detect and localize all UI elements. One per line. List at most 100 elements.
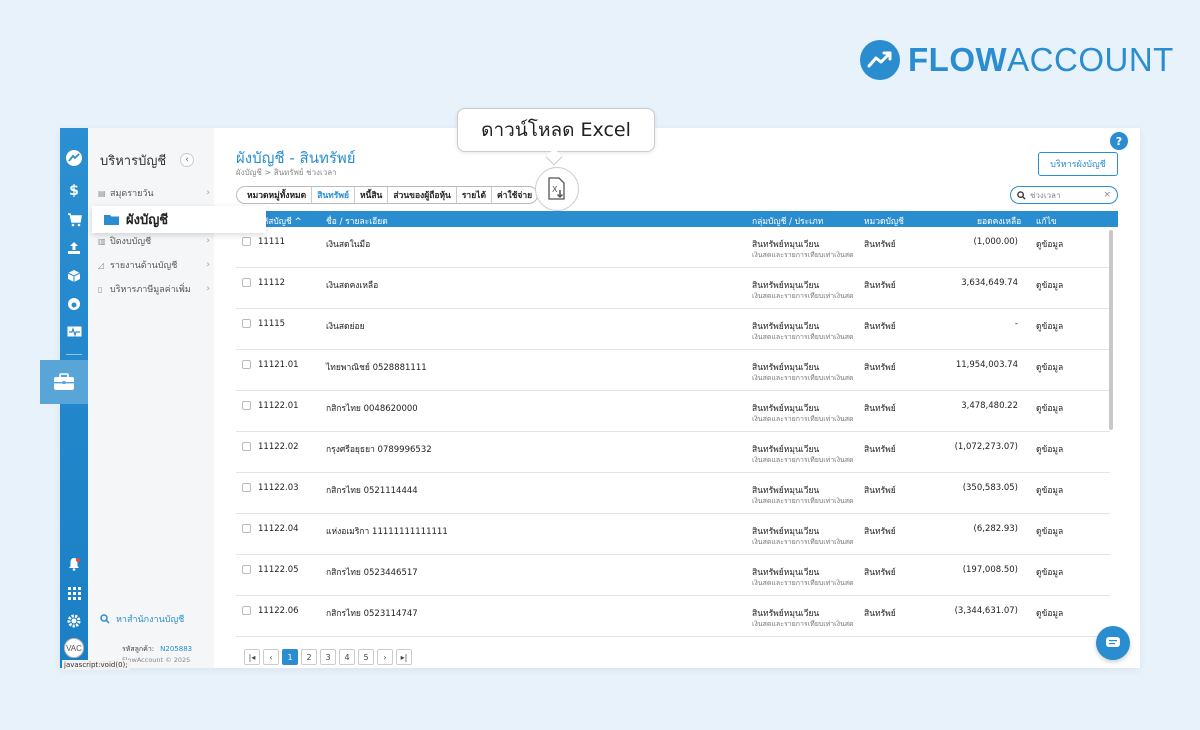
gear-icon[interactable] [66,613,82,629]
account-subgroup: เงินสดและรายการเทียบเท่าเงินสด [752,456,854,464]
table-row[interactable]: 11122.04 แห่งอเมริกา 11111111111111 สินทรั… [236,514,1110,555]
row-checkbox[interactable] [242,565,251,574]
row-checkbox[interactable] [242,237,251,246]
table-row[interactable]: 11111 เงินสดในมือ สินทรัพย์หมุนเวียน เงินสด… [236,227,1110,268]
account-subgroup: เงินสดและรายการเทียบเท่าเงินสด [752,374,854,382]
row-checkbox[interactable] [242,360,251,369]
account-group: สินทรัพย์หมุนเวียน [752,363,820,373]
sidebar-item-closing[interactable]: ▥ ปิดงบบัญชี › [98,233,210,249]
chat-button[interactable] [1096,626,1130,660]
page-button-5[interactable]: 5 [358,649,374,665]
account-name: เงินสดคงเหลือ [326,281,379,291]
account-category: สินทรัพย์ [864,404,896,414]
prev-page-button[interactable]: ‹ [263,649,279,665]
account-category: สินทรัพย์ [864,281,896,291]
cart-icon[interactable] [66,212,82,228]
account-category: สินทรัพย์ [864,527,896,537]
tab-all[interactable]: หมวดหมู่ทั้งหมด [237,187,313,203]
table-row[interactable]: 11112 เงินสดคงเหลือ สินทรัพย์หมุนเวียน เงิน… [236,268,1110,309]
table-row[interactable]: 11122.06 กสิกรไทย 0523114747 สินทรัพย์หมุน… [236,596,1110,637]
view-details-link[interactable]: ดูข้อมูล [1036,401,1063,415]
row-checkbox[interactable] [242,483,251,492]
account-name: กสิกรไทย 0523114747 [326,609,418,619]
book-icon: ▤ [98,188,106,198]
view-details-link[interactable]: ดูข้อมูล [1036,237,1063,251]
view-details-link[interactable]: ดูข้อมูล [1036,524,1063,538]
account-category: สินทรัพย์ [864,568,896,578]
pagination: |◂ ‹ 1 2 3 4 5 › ▸| [244,649,412,665]
account-name: เงินสดในมือ [326,240,371,250]
main-content: ผังบัญชี - สินทรัพย์ ผังบัญชี > สินทรัพย… [214,128,1140,668]
last-page-button[interactable]: ▸| [396,649,412,665]
row-checkbox[interactable] [242,442,251,451]
page-button-3[interactable]: 3 [320,649,336,665]
scrollbar-thumb[interactable] [1109,230,1113,430]
account-group: สินทรัพย์หมุนเวียน [752,404,820,414]
table-row[interactable]: 11115 เงินสดย่อย สินทรัพย์หมุนเวียน เงินสดแ… [236,309,1110,350]
scrollbar[interactable] [1108,228,1114,628]
page-button-4[interactable]: 4 [339,649,355,665]
row-checkbox[interactable] [242,278,251,287]
tab-equity[interactable]: ส่วนของผู้ถือหุ้น [388,187,457,203]
gauge-icon[interactable] [66,296,82,312]
tab-liabilities[interactable]: หนี้สิน [355,187,389,203]
row-checkbox[interactable] [242,524,251,533]
avatar[interactable]: VAC [64,638,84,658]
table-row[interactable]: 11122.05 กสิกรไทย 0523446517 สินทรัพย์หมุน… [236,555,1110,596]
manage-chart-button[interactable]: บริหารผังบัญชี [1038,152,1118,176]
next-page-button[interactable]: › [377,649,393,665]
view-details-link[interactable]: ดูข้อมูล [1036,565,1063,579]
account-name: กสิกรไทย 0521114444 [326,486,418,496]
dashboard-trend-icon[interactable] [66,150,82,166]
apps-grid-icon[interactable] [66,585,82,601]
page-button-1[interactable]: 1 [282,649,298,665]
view-details-link[interactable]: ดูข้อมูล [1036,442,1063,456]
sidebar-item-journal[interactable]: ▤ สมุดรายวัน › [98,185,210,201]
search-icon [1017,190,1026,200]
rail-item-accounting[interactable] [40,360,88,404]
trend-logo-icon [860,40,900,80]
chat-icon [1106,637,1120,647]
view-details-link[interactable]: ดูข้อมูล [1036,278,1063,292]
row-checkbox[interactable] [242,319,251,328]
view-details-link[interactable]: ดูข้อมูล [1036,319,1063,333]
upload-icon[interactable] [66,240,82,256]
tab-expenses[interactable]: ค่าใช้จ่าย [492,187,537,203]
account-group: สินทรัพย์หมุนเวียน [752,609,820,619]
bell-icon[interactable] [66,556,82,572]
box-icon[interactable] [66,268,82,284]
period-search-input[interactable]: ช่วงเวลา × [1010,186,1118,204]
clear-icon[interactable]: × [1103,190,1111,200]
sidebar-item-chart-of-accounts[interactable]: ผังบัญชี [92,206,266,233]
sidebar-collapse-button[interactable]: ‹ [180,153,194,167]
tab-assets[interactable]: สินทรัพย์ [312,187,355,203]
view-details-link[interactable]: ดูข้อมูล [1036,483,1063,497]
table-row[interactable]: 11122.03 กสิกรไทย 0521114444 สินทรัพย์หมุน… [236,473,1110,514]
accounts-table-body: 11111 เงินสดในมือ สินทรัพย์หมุนเวียน เงินสด… [236,227,1118,637]
row-checkbox[interactable] [242,606,251,615]
account-balance: (3,344,631.07) [954,606,1018,616]
dollar-icon[interactable]: $ [66,183,82,199]
page-button-2[interactable]: 2 [301,649,317,665]
view-details-link[interactable]: ดูข้อมูล [1036,360,1063,374]
row-checkbox[interactable] [242,401,251,410]
report-icon: ◿ [98,260,105,270]
svg-text:X: X [552,185,558,194]
account-category: สินทรัพย์ [864,363,896,373]
download-excel-button[interactable]: X [535,167,579,211]
view-details-link[interactable]: ดูข้อมูล [1036,606,1063,620]
table-row[interactable]: 11122.02 กรุงศรีอยุธยา 0789996532 สินทรัพย… [236,432,1110,473]
find-accounting-office-link[interactable]: หาสำนักงานบัญชี [100,612,184,626]
monitor-pulse-icon[interactable] [66,324,82,340]
tab-revenue[interactable]: รายได้ [457,187,492,203]
account-subgroup: เงินสดและรายการเทียบเท่าเงินสด [752,538,854,546]
account-subgroup: เงินสดและรายการเทียบเท่าเงินสด [752,497,854,505]
help-icon[interactable]: ? [1110,132,1128,150]
sidebar-item-vat[interactable]: ▯ บริหารภาษีมูลค่าเพิ่ม › [98,281,210,297]
table-row[interactable]: 11122.01 กสิกรไทย 0048620000 สินทรัพย์หมุน… [236,391,1110,432]
table-row[interactable]: 11121.01 ไทยพาณิชย์ 0528881111 สินทรัพย์หม… [236,350,1110,391]
first-page-button[interactable]: |◂ [244,649,260,665]
chart-icon: ▥ [98,236,106,246]
column-balance: ยอดคงเหลือ [977,217,1022,227]
sidebar-item-reports[interactable]: ◿ รายงานด้านบัญชี › [98,257,210,273]
